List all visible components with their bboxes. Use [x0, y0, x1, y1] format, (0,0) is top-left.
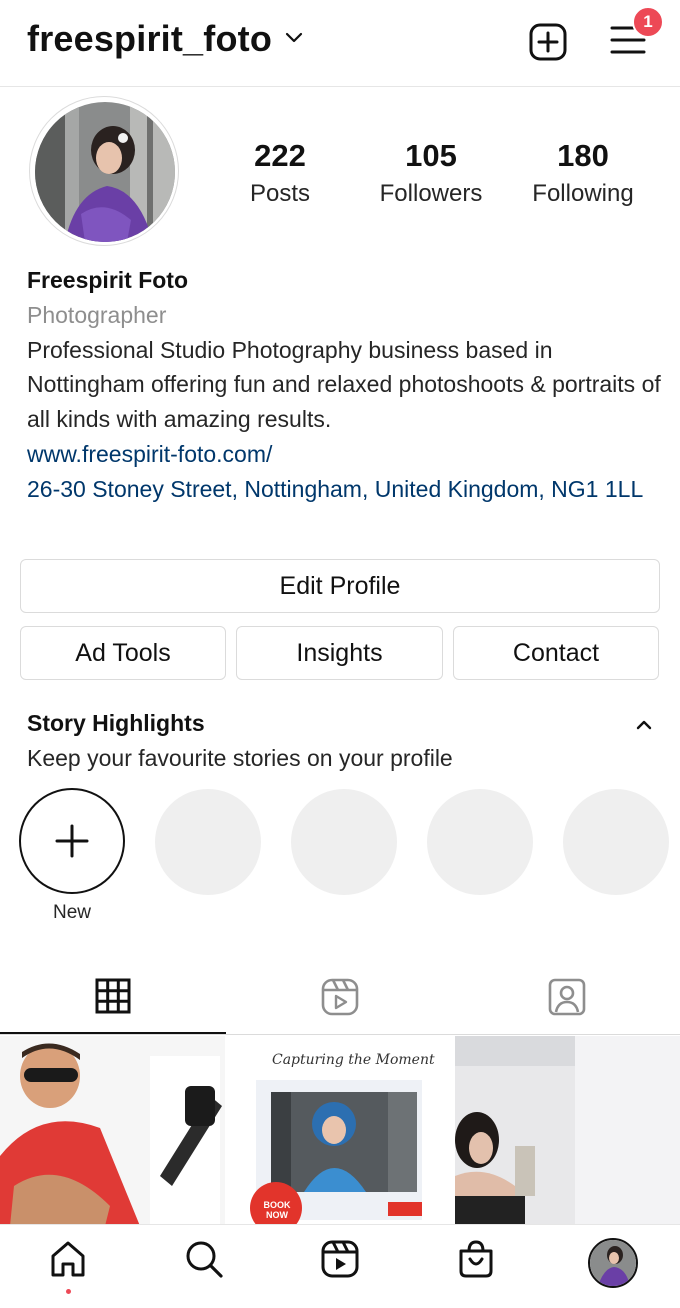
following-label: Following [532, 180, 634, 207]
post-thumbnail[interactable]: Capturing the Moment BOOK NOW [228, 1036, 452, 1226]
profile-photo-small [590, 1240, 636, 1286]
tab-posts-grid[interactable] [0, 968, 226, 1034]
post-caption: Capturing the Moment [272, 1052, 435, 1068]
shop-icon[interactable] [456, 1239, 496, 1279]
tagged-icon [548, 978, 586, 1016]
followers-count: 105 [405, 138, 457, 173]
contact-button[interactable]: Contact [453, 626, 659, 680]
reels-icon [321, 978, 359, 1016]
search-icon[interactable] [184, 1239, 224, 1279]
website-link[interactable]: www.freespirit-foto.com/ [27, 437, 667, 472]
posts-label: Posts [249, 180, 311, 207]
ad-tools-button[interactable]: Ad Tools [20, 626, 226, 680]
post-thumbnail[interactable] [0, 1036, 225, 1226]
reels-icon[interactable] [320, 1239, 360, 1279]
highlight-placeholder [563, 789, 669, 895]
active-tab-indicator [0, 1032, 226, 1034]
story-highlights-title: Story Highlights [27, 710, 205, 736]
posts-grid: Capturing the Moment BOOK NOW [0, 1036, 680, 1226]
profile-category: Photographer [27, 301, 167, 328]
bio-text: Professional Studio Photography business… [27, 336, 661, 433]
new-highlight-button[interactable] [19, 788, 125, 894]
tab-tagged[interactable] [454, 968, 680, 1034]
post-thumbnail[interactable] [455, 1036, 680, 1226]
top-bar: freespirit_foto 1 [0, 0, 680, 87]
tab-reels[interactable] [227, 968, 453, 1034]
followers-label: Followers [379, 180, 483, 207]
home-activity-dot [66, 1289, 71, 1294]
bottom-navigation [0, 1224, 680, 1308]
highlight-placeholder [155, 789, 261, 895]
following-stat[interactable]: 180 Following [508, 138, 658, 214]
new-post-icon[interactable] [528, 22, 568, 62]
followers-stat[interactable]: 105 Followers [356, 138, 506, 214]
post-image [455, 1036, 680, 1226]
account-switcher-username[interactable]: freespirit_foto [27, 18, 272, 60]
chevron-up-icon[interactable] [634, 718, 654, 732]
profile-name: Freespirit Foto [27, 267, 189, 293]
grid-icon [95, 978, 131, 1014]
profile-bio: Freespirit Foto Photographer Professiona… [27, 263, 667, 507]
post-image [0, 1036, 225, 1226]
story-highlights-subtitle: Keep your favourite stories on your prof… [27, 745, 453, 771]
profile-tab-avatar[interactable] [588, 1238, 638, 1288]
posts-count: 222 [254, 138, 306, 173]
address-link[interactable]: 26-30 Stoney Street, Nottingham, United … [27, 472, 667, 507]
insights-button[interactable]: Insights [236, 626, 443, 680]
highlight-placeholder [291, 789, 397, 895]
profile-tabs [0, 968, 680, 1035]
profile-photo [35, 102, 175, 242]
highlight-placeholder [427, 789, 533, 895]
plus-icon [55, 824, 89, 858]
avatar[interactable] [35, 102, 175, 242]
notification-badge: 1 [632, 6, 664, 38]
new-highlight-label: New [52, 902, 91, 923]
posts-stat[interactable]: 222 Posts [205, 138, 355, 214]
home-icon[interactable] [48, 1239, 88, 1279]
chevron-down-icon[interactable] [284, 30, 304, 46]
following-count: 180 [557, 138, 609, 173]
edit-profile-button[interactable]: Edit Profile [20, 559, 660, 613]
book-now-badge: BOOK NOW [263, 1200, 291, 1220]
